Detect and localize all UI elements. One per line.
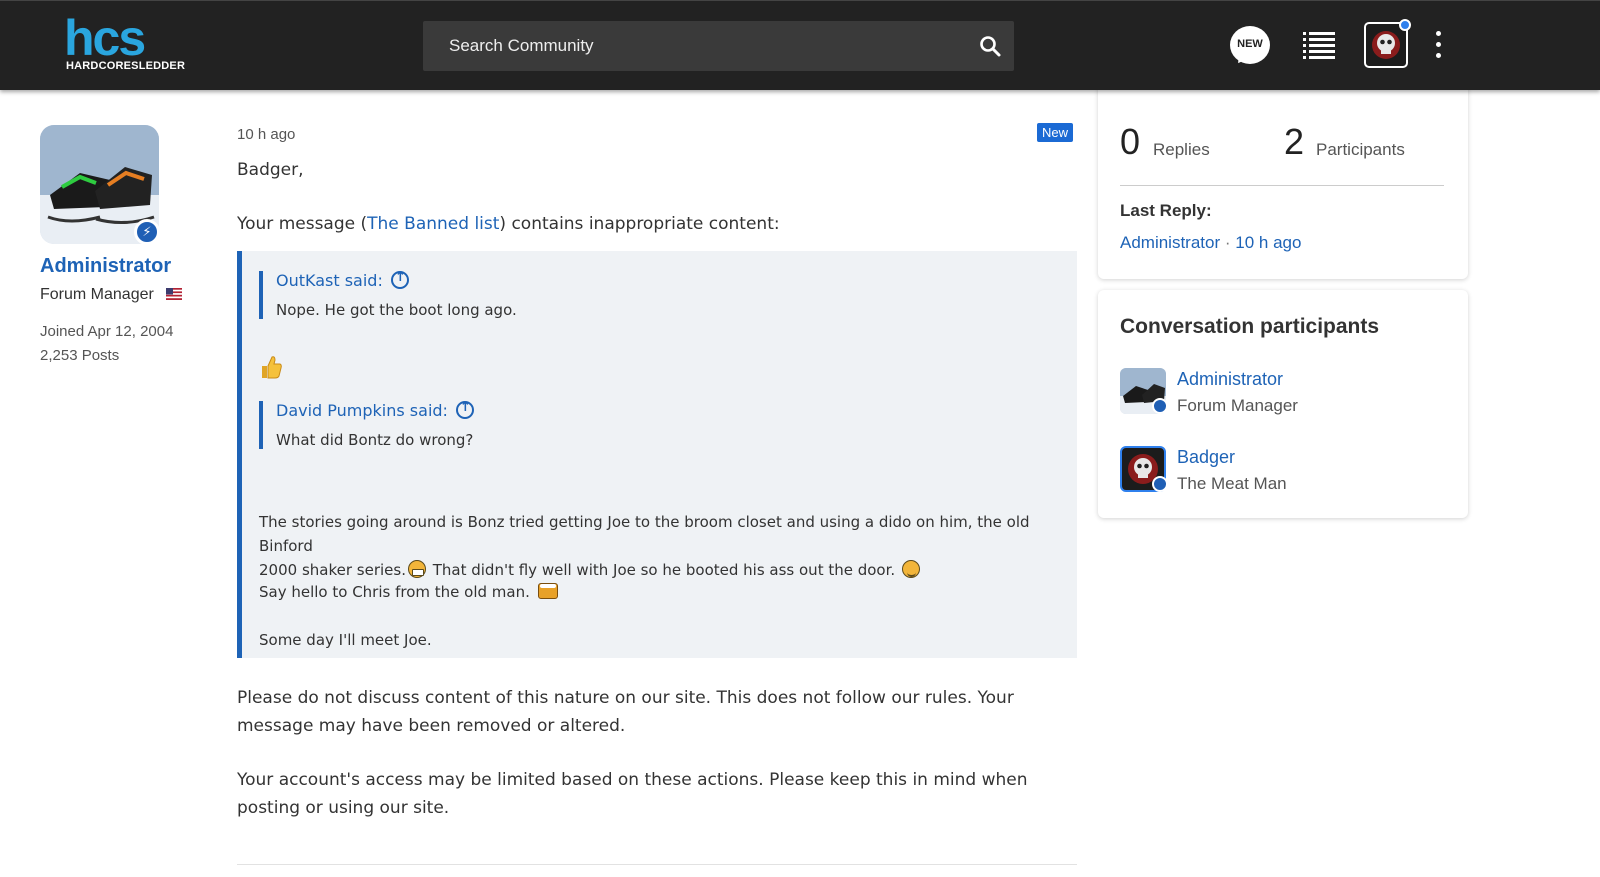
quote-author-link[interactable]: OutKast said: [276,270,859,290]
nested-quote-outkast: OutKast said: Nope. He got the boot long… [259,270,859,319]
user-avatar[interactable] [1364,19,1411,68]
quote-paragraph: Say hello to Chris from the old man. [259,580,1059,604]
conversation-participants-card: Conversation participants Administrator … [1098,290,1468,518]
quote-text: What did Bontz do wrong? [276,431,474,449]
author-role: Forum Manager [40,286,154,303]
wink-emoji-icon [901,560,920,578]
post-intro: Your message (The Banned list) contains … [237,214,780,234]
beer-emoji-icon [537,583,558,599]
new-posts-label: NEW [1237,38,1263,50]
quote-paragraph: The stories going around is Bonz tried g… [259,510,1059,582]
moderator-badge-icon: ⚡ [134,219,160,245]
quote-paragraph-text: Say hello to Chris from the old man. [259,583,535,601]
participant-role: Forum Manager [1177,396,1298,415]
author-post-count: 2,253 Posts [40,347,120,364]
quoted-content-block: OutKast said: Nope. He got the boot long… [237,251,1077,658]
list-icon[interactable] [1302,29,1336,63]
arrow-up-circle-icon[interactable] [456,400,475,419]
moderator-badge-icon [1152,398,1168,414]
intro-after: ) contains inappropriate content: [499,214,780,234]
quote-text: Nope. He got the boot long ago. [276,301,517,319]
last-reply-time[interactable]: 10 h ago [1235,233,1301,252]
last-reply-heading: Last Reply: [1120,201,1212,220]
site-logo[interactable]: hcs HARDCORESLEDDER [64,17,204,75]
logo-mark: hcs [64,17,146,59]
quote-author-name: David Pumpkins said: [276,401,448,420]
replies-label: Replies [1153,140,1210,159]
post-timestamp: 10 h ago [237,126,296,143]
quote-author-link[interactable]: David Pumpkins said: [276,400,859,420]
quote-author-name: OutKast said: [276,271,383,290]
quote-paragraph-line: The stories going around is Bonz tried g… [259,513,1030,555]
last-reply-user[interactable]: Administrator [1120,233,1220,252]
nested-quote-david-pumpkins: David Pumpkins said: What did Bontz do w… [259,400,859,449]
logo-subtext: HARDCORESLEDDER [66,60,186,72]
warning-paragraph: Your account's access may be limited bas… [237,770,1028,818]
grimace-emoji-icon [407,560,426,578]
banned-list-link[interactable]: The Banned list [367,214,499,234]
more-vertical-icon[interactable] [1430,29,1446,63]
new-badge: New [1037,123,1074,142]
author-name[interactable]: Administrator [40,255,171,278]
participants-heading: Conversation participants [1120,315,1380,338]
skull-emblem-icon [1372,31,1400,59]
participants-count: 2 [1284,121,1305,162]
replies-count: 0 [1120,121,1141,162]
participants-label: Participants [1316,140,1405,159]
notification-dot [1399,19,1411,31]
thread-stats-card: 0 Replies 2 Participants Last Reply: Adm… [1098,85,1468,279]
new-posts-button[interactable]: NEW [1230,26,1270,67]
us-flag-icon [166,288,182,300]
quote-paragraph: Some day I'll meet Joe. [259,631,432,649]
author-joined-date: Joined Apr 12, 2004 [40,323,174,340]
post-greeting: Badger, [237,160,304,180]
quote-paragraph-line: That didn't fly well with Joe so he boot… [427,561,900,579]
search-input[interactable] [423,21,963,71]
warning-paragraph: Please do not discuss content of this na… [237,688,1014,736]
card-divider [1120,185,1444,186]
post-divider [237,864,1077,865]
member-badge-icon [1152,476,1168,492]
participant-name[interactable]: Badger [1177,447,1235,468]
quote-paragraph-line: 2000 shaker series. [259,561,406,579]
top-navigation-bar: hcs HARDCORESLEDDER NEW [0,0,1600,90]
thumbs-up-icon [259,354,283,387]
last-reply-link[interactable]: Administrator · 10 h ago [1120,233,1301,253]
participant-role: The Meat Man [1177,474,1287,493]
search-bar [423,21,1014,71]
svg-text:hcs: hcs [64,17,144,59]
search-icon[interactable] [978,34,1002,58]
separator: · [1224,233,1231,252]
intro-before: Your message ( [237,214,368,234]
arrow-up-circle-icon[interactable] [390,270,409,289]
participant-name[interactable]: Administrator [1177,369,1283,390]
